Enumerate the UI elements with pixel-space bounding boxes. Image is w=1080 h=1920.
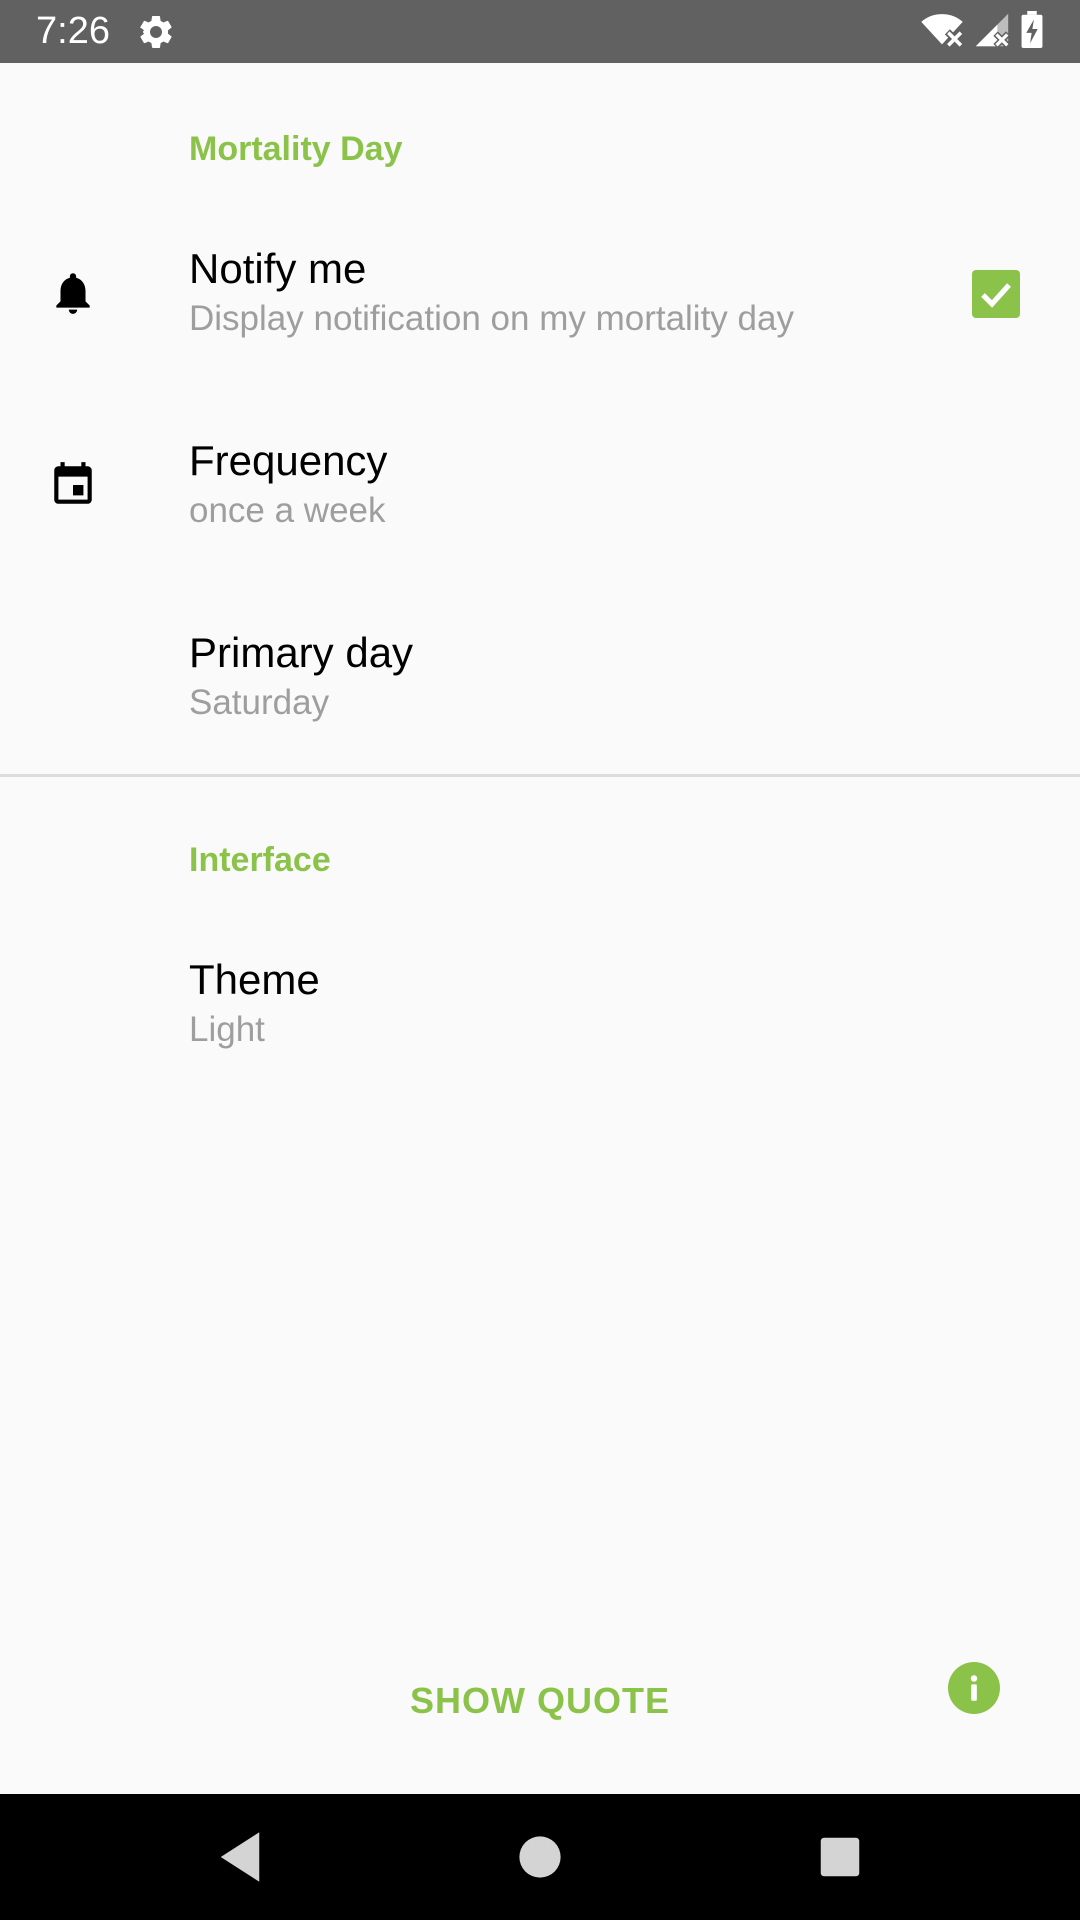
status-time: 7:26 bbox=[36, 10, 110, 52]
gear-icon bbox=[136, 12, 176, 52]
pref-summary: Display notification on my mortality day bbox=[189, 299, 794, 338]
recents-icon[interactable] bbox=[807, 1824, 873, 1890]
pref-notify-me[interactable]: Notify me Display notification on my mor… bbox=[0, 199, 1080, 391]
signal-off-icon bbox=[974, 12, 1011, 53]
section-divider bbox=[0, 774, 1080, 777]
pref-summary: once a week bbox=[189, 491, 386, 530]
wifi-off-icon bbox=[920, 12, 965, 53]
notify-checkbox[interactable] bbox=[972, 270, 1020, 318]
pref-theme[interactable]: Theme Light bbox=[0, 910, 1080, 1102]
battery-charging-icon bbox=[1020, 10, 1044, 54]
info-icon bbox=[970, 1675, 978, 1701]
status-bar: 7:26 bbox=[0, 0, 1080, 63]
settings-content: Mortality Day Notify me Display notifica… bbox=[0, 63, 1080, 1794]
pref-title: Theme bbox=[189, 956, 320, 1003]
home-icon[interactable] bbox=[507, 1824, 573, 1890]
category-title-interface: Interface bbox=[189, 841, 331, 879]
nav-bar bbox=[0, 1794, 1080, 1920]
calendar-icon bbox=[48, 460, 98, 510]
pref-primary-day[interactable]: Primary day Saturday bbox=[0, 583, 1080, 775]
bell-icon bbox=[48, 268, 98, 318]
pref-title: Notify me bbox=[189, 245, 367, 292]
pref-title: Primary day bbox=[189, 629, 414, 676]
category-title-mortality-day: Mortality Day bbox=[189, 130, 403, 168]
back-icon[interactable] bbox=[207, 1824, 273, 1890]
pref-frequency[interactable]: Frequency once a week bbox=[0, 391, 1080, 583]
show-quote-button[interactable]: SHOW QUOTE bbox=[380, 1659, 700, 1743]
pref-title: Frequency bbox=[189, 437, 388, 484]
status-icons bbox=[920, 10, 1044, 54]
pref-summary: Saturday bbox=[189, 683, 330, 722]
info-button[interactable] bbox=[948, 1662, 1000, 1714]
check-icon bbox=[981, 283, 1011, 308]
pref-summary: Light bbox=[189, 1010, 265, 1049]
